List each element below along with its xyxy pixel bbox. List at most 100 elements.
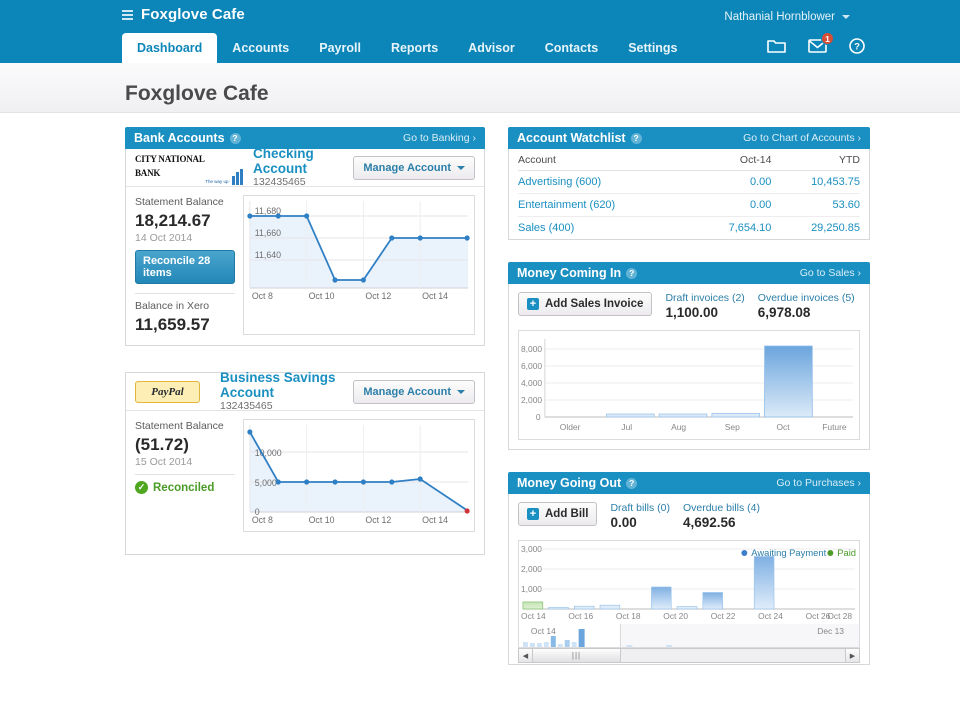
main-nav: Dashboard Accounts Payroll Reports Advis… <box>122 33 693 63</box>
chevron-down-icon <box>842 15 850 19</box>
panel-bank-accounts: Bank Accounts ? Go to Banking › CITY NAT… <box>125 127 485 346</box>
table-row: Entertainment (620) 0.00 53.60 <box>518 193 860 217</box>
tab-payroll[interactable]: Payroll <box>304 33 376 63</box>
bank-account-card-savings: PayPal Business Savings Account 13243546… <box>125 370 485 555</box>
svg-text:Older: Older <box>560 422 581 432</box>
go-to-chart-of-accounts-link[interactable]: Go to Chart of Accounts › <box>743 132 861 144</box>
svg-text:Oct 16: Oct 16 <box>568 611 593 621</box>
watchlist-account-name[interactable]: Advertising (600) <box>518 170 694 194</box>
brand-area[interactable]: Foxglove Cafe <box>122 6 245 23</box>
checking-account-chart[interactable]: 11,680 11,660 11,640 Oct 8 Oct 10 Oct 12… <box>243 195 475 335</box>
money-going-out-title: Money Going Out <box>517 476 622 490</box>
account-number: 132435465 <box>253 176 306 188</box>
tab-settings[interactable]: Settings <box>613 33 692 63</box>
svg-text:2,000: 2,000 <box>521 395 542 405</box>
watchlist-period-value[interactable]: 0.00 <box>693 193 772 217</box>
svg-text:Oct 28: Oct 28 <box>827 611 852 621</box>
add-sales-invoice-label: Add Sales Invoice <box>545 298 644 310</box>
statement-balance-date: 14 Oct 2014 <box>135 232 193 244</box>
statement-balance-date: 15 Oct 2014 <box>135 456 193 468</box>
help-icon[interactable]: ? <box>626 477 638 489</box>
add-bill-button[interactable]: + Add Bill <box>518 502 598 526</box>
draft-invoices-label: Draft invoices (2) <box>665 292 745 304</box>
add-sales-invoice-button[interactable]: + Add Sales Invoice <box>518 292 653 316</box>
savings-account-chart[interactable]: 10,000 5,000 0 Oct 8 Oct 10 Oct 12 Oct 1… <box>243 419 475 532</box>
watchlist-ytd-value[interactable]: 29,250.85 <box>771 217 860 240</box>
tab-accounts[interactable]: Accounts <box>217 33 304 63</box>
manage-account-button[interactable]: Manage Account <box>353 379 475 404</box>
chart-navigator[interactable]: Oct 14 Dec 13 ◀ ||| ▶ <box>518 624 860 664</box>
overdue-invoices-label: Overdue invoices (5) <box>757 292 855 304</box>
svg-text:4,000: 4,000 <box>521 378 542 388</box>
bank-logo-tagline: The way up· <box>205 178 230 184</box>
scroll-right-arrow-icon[interactable]: ▶ <box>845 649 859 662</box>
user-name: Nathanial Hornblower <box>724 11 835 23</box>
draft-bills-stat[interactable]: Draft bills (0) 0.00 <box>610 502 670 531</box>
bank-accounts-title: Bank Accounts <box>134 131 225 145</box>
draft-invoices-value: 1,100.00 <box>665 305 718 320</box>
reconcile-button[interactable]: Reconcile 28 items <box>135 250 235 284</box>
xero-balance-label: Balance in Xero <box>135 300 210 312</box>
svg-text:11,660: 11,660 <box>255 228 281 238</box>
panel-savings-account: PayPal Business Savings Account 13243546… <box>125 370 485 555</box>
watchlist-title: Account Watchlist <box>517 131 626 145</box>
svg-text:Oct 10: Oct 10 <box>309 291 335 301</box>
scrollbar-thumb[interactable]: ||| <box>533 649 621 662</box>
watchlist-ytd-value[interactable]: 53.60 <box>771 193 860 217</box>
help-icon[interactable]: ? <box>630 132 642 144</box>
svg-text:Oct 20: Oct 20 <box>663 611 688 621</box>
col-ytd: YTD <box>771 149 860 171</box>
tab-advisor[interactable]: Advisor <box>453 33 530 63</box>
watchlist-header: Account Watchlist ? Go to Chart of Accou… <box>508 127 870 149</box>
checking-card-body: Statement Balance 18,214.67 14 Oct 2014 … <box>126 187 484 345</box>
account-name[interactable]: Business Savings Account <box>220 370 353 400</box>
watchlist-body: Account Oct-14 YTD Advertising (600) 0.0… <box>508 149 870 240</box>
panel-money-going-out: Money Going Out ? Go to Purchases › + Ad… <box>508 472 870 665</box>
help-icon[interactable]: ? <box>849 38 865 54</box>
envelope-icon[interactable]: 1 <box>808 32 834 53</box>
svg-text:Oct 12: Oct 12 <box>365 515 391 525</box>
tab-contacts[interactable]: Contacts <box>530 33 613 63</box>
scroll-left-arrow-icon[interactable]: ◀ <box>519 649 533 662</box>
go-to-banking-link[interactable]: Go to Banking › <box>403 132 476 144</box>
bank-account-card-checking: CITY NATIONAL BANK The way up· Checking … <box>125 146 485 346</box>
go-to-sales-link[interactable]: Go to Sales › <box>800 267 861 279</box>
draft-invoices-stat[interactable]: Draft invoices (2) 1,100.00 <box>665 292 744 321</box>
manage-account-label: Manage Account <box>363 385 451 398</box>
watchlist-period-value[interactable]: 0.00 <box>693 170 772 194</box>
navigator-preview[interactable]: Oct 14 Dec 13 <box>518 624 860 648</box>
watchlist-account-name[interactable]: Entertainment (620) <box>518 193 694 217</box>
svg-text:?: ? <box>854 42 860 53</box>
watchlist-account-name[interactable]: Sales (400) <box>518 217 694 240</box>
savings-card-body: Statement Balance (51.72) 15 Oct 2014 ✓ … <box>126 411 484 554</box>
go-to-purchases-link[interactable]: Go to Purchases › <box>776 477 861 489</box>
page-title: Foxglove Cafe <box>125 82 269 105</box>
money-coming-in-header: Money Coming In ? Go to Sales › <box>508 262 870 284</box>
help-icon[interactable]: ? <box>626 267 638 279</box>
overdue-invoices-stat[interactable]: Overdue invoices (5) 6,978.08 <box>758 292 855 321</box>
horizontal-scrollbar[interactable]: ◀ ||| ▶ <box>518 648 860 663</box>
account-name[interactable]: Checking Account <box>253 146 353 176</box>
chevron-down-icon <box>457 389 465 394</box>
money-coming-in-body: + Add Sales Invoice Draft invoices (2) 1… <box>508 284 870 450</box>
help-icon[interactable]: ? <box>229 132 241 144</box>
manage-account-label: Manage Account <box>363 161 451 174</box>
overdue-invoices-value: 6,978.08 <box>757 305 811 320</box>
envelope-badge-count: 1 <box>821 32 834 45</box>
overdue-bills-stat[interactable]: Overdue bills (4) 4,692.56 <box>683 502 760 531</box>
user-menu[interactable]: Nathanial Hornblower <box>724 11 850 23</box>
watchlist-period-value[interactable]: 7,654.10 <box>694 217 772 240</box>
hamburger-icon[interactable] <box>122 9 133 20</box>
folder-icon[interactable] <box>767 39 786 54</box>
tab-reports[interactable]: Reports <box>376 33 453 63</box>
svg-text:Jul: Jul <box>621 422 632 432</box>
manage-account-button[interactable]: Manage Account <box>353 155 475 180</box>
tab-dashboard[interactable]: Dashboard <box>122 33 218 63</box>
watchlist-ytd-value[interactable]: 10,453.75 <box>771 170 860 194</box>
statement-balance-amount: (51.72) <box>135 435 189 454</box>
col-account: Account <box>518 149 694 171</box>
svg-text:Future: Future <box>822 422 847 432</box>
money-coming-in-chart[interactable]: 8,000 6,000 4,000 2,000 0 Older Jul Aug … <box>518 330 860 440</box>
draft-bills-label: Draft bills (0) <box>610 502 670 514</box>
money-going-out-chart[interactable]: 3,000 2,000 1,000 0 <box>518 540 860 624</box>
